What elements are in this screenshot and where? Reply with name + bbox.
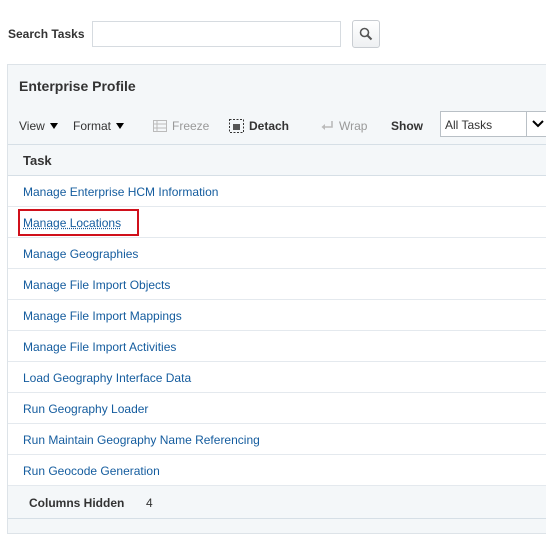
search-label: Search Tasks bbox=[8, 27, 85, 41]
search-icon bbox=[359, 27, 373, 41]
table-row: Manage Locations bbox=[8, 207, 546, 238]
task-link[interactable]: Manage Geographies bbox=[23, 247, 138, 261]
search-button[interactable] bbox=[352, 20, 380, 48]
table-row: Manage Geographies bbox=[8, 238, 546, 269]
columns-hidden-label: Columns Hidden bbox=[29, 496, 124, 510]
search-bar: Search Tasks bbox=[0, 0, 546, 64]
detach-label: Detach bbox=[249, 119, 289, 133]
table-row: Manage Enterprise HCM Information bbox=[8, 176, 546, 207]
detach-button[interactable]: Detach bbox=[229, 119, 289, 133]
enterprise-profile-panel: Enterprise Profile View Format Freeze De… bbox=[7, 64, 546, 534]
task-link[interactable]: Manage Enterprise HCM Information bbox=[23, 185, 218, 199]
task-link[interactable]: Run Maintain Geography Name Referencing bbox=[23, 433, 260, 447]
table-row: Run Geocode Generation bbox=[8, 455, 546, 486]
detach-icon bbox=[229, 119, 244, 133]
wrap-label: Wrap bbox=[339, 119, 367, 133]
task-link[interactable]: Manage File Import Activities bbox=[23, 340, 176, 354]
table-toolbar: View Format Freeze Detach Wrap Show All … bbox=[19, 111, 546, 141]
panel-title: Enterprise Profile bbox=[19, 78, 136, 94]
freeze-icon bbox=[153, 120, 167, 132]
table-row: Manage File Import Mappings bbox=[8, 300, 546, 331]
search-input[interactable] bbox=[92, 21, 341, 47]
wrap-icon bbox=[320, 120, 334, 132]
task-link[interactable]: Manage File Import Objects bbox=[23, 278, 170, 292]
wrap-button[interactable]: Wrap bbox=[320, 119, 367, 133]
column-header-task: Task bbox=[23, 153, 52, 168]
table-row: Run Maintain Geography Name Referencing bbox=[8, 424, 546, 455]
task-link[interactable]: Manage Locations bbox=[23, 216, 121, 230]
task-link[interactable]: Run Geography Loader bbox=[23, 402, 148, 416]
caret-down-icon bbox=[50, 123, 58, 129]
columns-hidden-row: Columns Hidden 4 bbox=[8, 486, 546, 519]
caret-down-icon bbox=[116, 123, 124, 129]
show-select-value: All Tasks bbox=[445, 118, 492, 132]
freeze-button[interactable]: Freeze bbox=[153, 119, 209, 133]
table-row: Load Geography Interface Data bbox=[8, 362, 546, 393]
freeze-label: Freeze bbox=[172, 119, 209, 133]
show-label: Show bbox=[391, 119, 423, 133]
task-link[interactable]: Manage File Import Mappings bbox=[23, 309, 182, 323]
table-header: Task bbox=[8, 145, 546, 176]
view-menu-label: View bbox=[19, 119, 45, 133]
format-menu[interactable]: Format bbox=[73, 119, 124, 133]
task-link[interactable]: Load Geography Interface Data bbox=[23, 371, 191, 385]
table-row: Manage File Import Activities bbox=[8, 331, 546, 362]
table-row: Manage File Import Objects bbox=[8, 269, 546, 300]
format-menu-label: Format bbox=[73, 119, 111, 133]
task-link[interactable]: Run Geocode Generation bbox=[23, 464, 160, 478]
table-row: Run Geography Loader bbox=[8, 393, 546, 424]
columns-hidden-count: 4 bbox=[146, 496, 153, 510]
view-menu[interactable]: View bbox=[19, 119, 58, 133]
show-select[interactable]: All Tasks bbox=[440, 111, 546, 137]
chevron-down-icon bbox=[526, 112, 546, 136]
tasks-table: Task Manage Enterprise HCM Information M… bbox=[8, 144, 546, 519]
